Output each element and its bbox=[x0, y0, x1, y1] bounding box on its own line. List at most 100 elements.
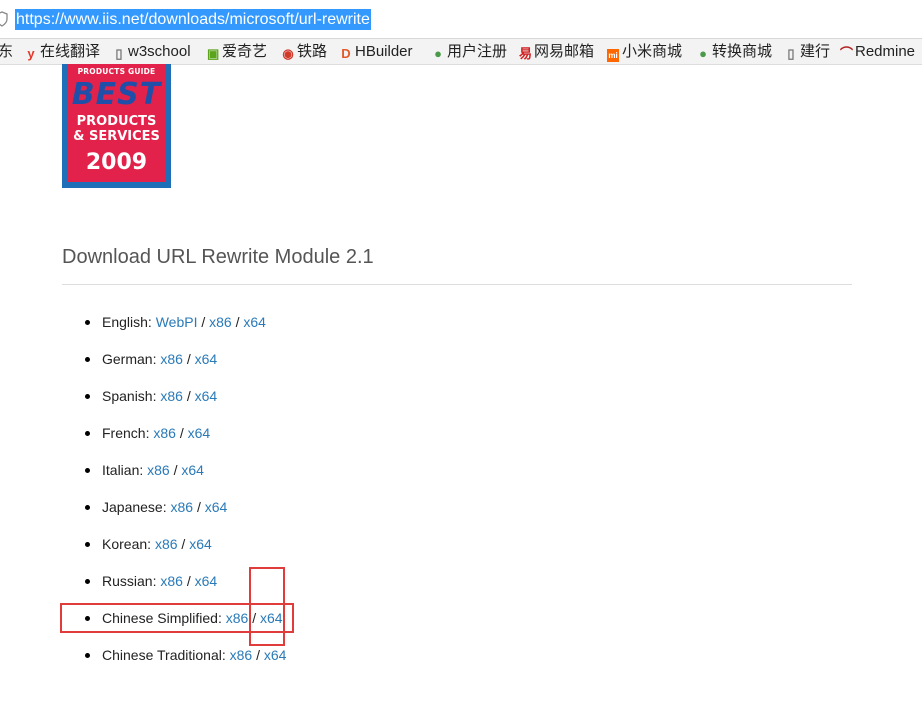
badge-services-line: & SERVICES bbox=[73, 129, 160, 144]
bullet-icon bbox=[85, 431, 90, 436]
bookmark-label: HBuilder bbox=[355, 43, 413, 60]
bookmark-item[interactable]: ⌒ Redmine bbox=[840, 39, 915, 64]
link-separator: / bbox=[181, 536, 186, 552]
language-label: English: bbox=[102, 314, 152, 330]
redmine-icon: ⌒ bbox=[840, 46, 854, 61]
bookmark-item[interactable]: y 在线翻译 bbox=[25, 39, 100, 64]
download-link-x86[interactable]: x86 bbox=[160, 573, 183, 589]
bullet-icon bbox=[85, 394, 90, 399]
bookmark-item[interactable]: ● 用户注册 bbox=[432, 39, 507, 64]
bookmark-item[interactable]: ● 转换商城 bbox=[697, 39, 772, 64]
download-row: French: x86 / x64 bbox=[102, 423, 210, 444]
download-link-x64[interactable]: x64 bbox=[195, 351, 218, 367]
link-separator: / bbox=[173, 462, 178, 478]
download-row: Russian: x86 / x64 bbox=[102, 571, 217, 592]
language-label: Italian: bbox=[102, 462, 144, 478]
download-row: Italian: x86 / x64 bbox=[102, 460, 204, 481]
bookmark-label: w3school bbox=[128, 43, 191, 60]
badge-year-text: 2009 bbox=[85, 150, 148, 175]
divider bbox=[62, 284, 852, 285]
globe-icon: ● bbox=[434, 46, 442, 61]
railway-icon: ◉ bbox=[282, 46, 294, 61]
download-link-x64[interactable]: x64 bbox=[189, 536, 212, 552]
bullet-icon bbox=[85, 653, 90, 658]
download-link-x64[interactable]: x64 bbox=[188, 425, 211, 441]
download-link-webpi[interactable]: WebPI bbox=[156, 314, 198, 330]
bookmark-item[interactable]: D HBuilder bbox=[340, 39, 413, 64]
award-badge-image: PRODUCTS GUIDE BEST PRODUCTS & SERVICES … bbox=[62, 64, 171, 188]
language-label: Korean: bbox=[102, 536, 152, 552]
bullet-icon bbox=[85, 505, 90, 510]
language-label: French: bbox=[102, 425, 150, 441]
address-bar[interactable]: https://www.iis.net/downloads/microsoft/… bbox=[0, 0, 922, 39]
bookmark-item[interactable]: ◉ 铁路 bbox=[282, 39, 327, 64]
page-icon: ▯ bbox=[787, 46, 795, 61]
bullet-icon bbox=[85, 468, 90, 473]
badge-products-text: PRODUCTS & SERVICES bbox=[68, 114, 165, 144]
download-row: English: WebPI / x86 / x64 bbox=[102, 312, 266, 333]
bullet-icon bbox=[85, 320, 90, 325]
link-separator: / bbox=[256, 647, 260, 663]
download-link-x64[interactable]: x64 bbox=[205, 499, 228, 515]
page-title: Download URL Rewrite Module 2.1 bbox=[62, 246, 374, 268]
language-label: Spanish: bbox=[102, 388, 157, 404]
shield-icon bbox=[0, 11, 8, 27]
bookmark-label: 铁路 bbox=[297, 43, 328, 60]
bullet-icon bbox=[85, 357, 90, 362]
download-link-x86[interactable]: x86 bbox=[155, 536, 178, 552]
download-row: Japanese: x86 / x64 bbox=[102, 497, 227, 518]
badge-products-line: PRODUCTS bbox=[76, 114, 157, 129]
bookmark-label: 转换商城 bbox=[712, 43, 773, 60]
bookmark-item[interactable]: 易网易邮箱 bbox=[519, 39, 594, 64]
download-link-x86[interactable]: x86 bbox=[160, 388, 183, 404]
download-link-x86[interactable]: x86 bbox=[209, 314, 232, 330]
bookmark-item[interactable]: ▯ 建行 bbox=[785, 39, 830, 64]
download-row: Chinese Traditional: x86 / x64 bbox=[102, 645, 286, 666]
badge-guide-text: PRODUCTS GUIDE bbox=[77, 67, 156, 76]
mi-icon: mi bbox=[607, 49, 619, 62]
youdao-icon: y bbox=[27, 46, 35, 61]
download-link-x64[interactable]: x64 bbox=[264, 647, 287, 663]
bullet-icon bbox=[85, 542, 90, 547]
globe-icon: ● bbox=[699, 46, 707, 61]
download-link-x86[interactable]: x86 bbox=[171, 499, 194, 515]
link-separator: / bbox=[186, 351, 191, 367]
link-separator: / bbox=[186, 388, 191, 404]
download-link-x64[interactable]: x64 bbox=[195, 573, 218, 589]
bullet-icon bbox=[85, 579, 90, 584]
language-label: German: bbox=[102, 351, 157, 367]
bookmark-item[interactable]: ▣ 爱奇艺 bbox=[207, 39, 267, 64]
annotation-box-x64-column bbox=[249, 567, 285, 646]
page-icon: ▯ bbox=[115, 46, 123, 61]
bookmark-label: 建行 bbox=[800, 43, 831, 60]
link-separator: / bbox=[179, 425, 184, 441]
bookmark-item[interactable]: 东 bbox=[0, 39, 13, 64]
link-separator: / bbox=[235, 314, 240, 330]
language-label: Chinese Traditional: bbox=[102, 647, 226, 663]
download-link-x64[interactable]: x64 bbox=[243, 314, 266, 330]
bookmark-label: 在线翻译 bbox=[40, 43, 101, 60]
download-link-x64[interactable]: x64 bbox=[181, 462, 204, 478]
bookmark-label: 用户注册 bbox=[447, 43, 508, 60]
download-link-x86[interactable]: x86 bbox=[153, 425, 176, 441]
hbuilder-icon: D bbox=[341, 46, 351, 61]
language-label: Russian: bbox=[102, 573, 157, 589]
bookmark-label: 爱奇艺 bbox=[222, 43, 268, 60]
url-text[interactable]: https://www.iis.net/downloads/microsoft/… bbox=[15, 9, 371, 30]
download-link-x86[interactable]: x86 bbox=[160, 351, 183, 367]
bookmark-item[interactable]: mi 小米商城 bbox=[607, 39, 682, 64]
bookmark-label: 东 bbox=[0, 43, 13, 60]
link-separator: / bbox=[186, 573, 191, 589]
download-link-x64[interactable]: x64 bbox=[195, 388, 218, 404]
download-link-x86[interactable]: x86 bbox=[230, 647, 253, 663]
download-link-x86[interactable]: x86 bbox=[147, 462, 170, 478]
bookmark-label: 小米商城 bbox=[622, 43, 683, 60]
language-label: Japanese: bbox=[102, 499, 167, 515]
link-separator: / bbox=[196, 499, 201, 515]
netease-icon: 易 bbox=[519, 46, 533, 61]
iqiyi-icon: ▣ bbox=[207, 46, 220, 61]
link-separator: / bbox=[201, 314, 206, 330]
bookmark-item[interactable]: ▯ w3school bbox=[113, 39, 191, 64]
download-row: German: x86 / x64 bbox=[102, 349, 217, 370]
download-row: Spanish: x86 / x64 bbox=[102, 386, 217, 407]
